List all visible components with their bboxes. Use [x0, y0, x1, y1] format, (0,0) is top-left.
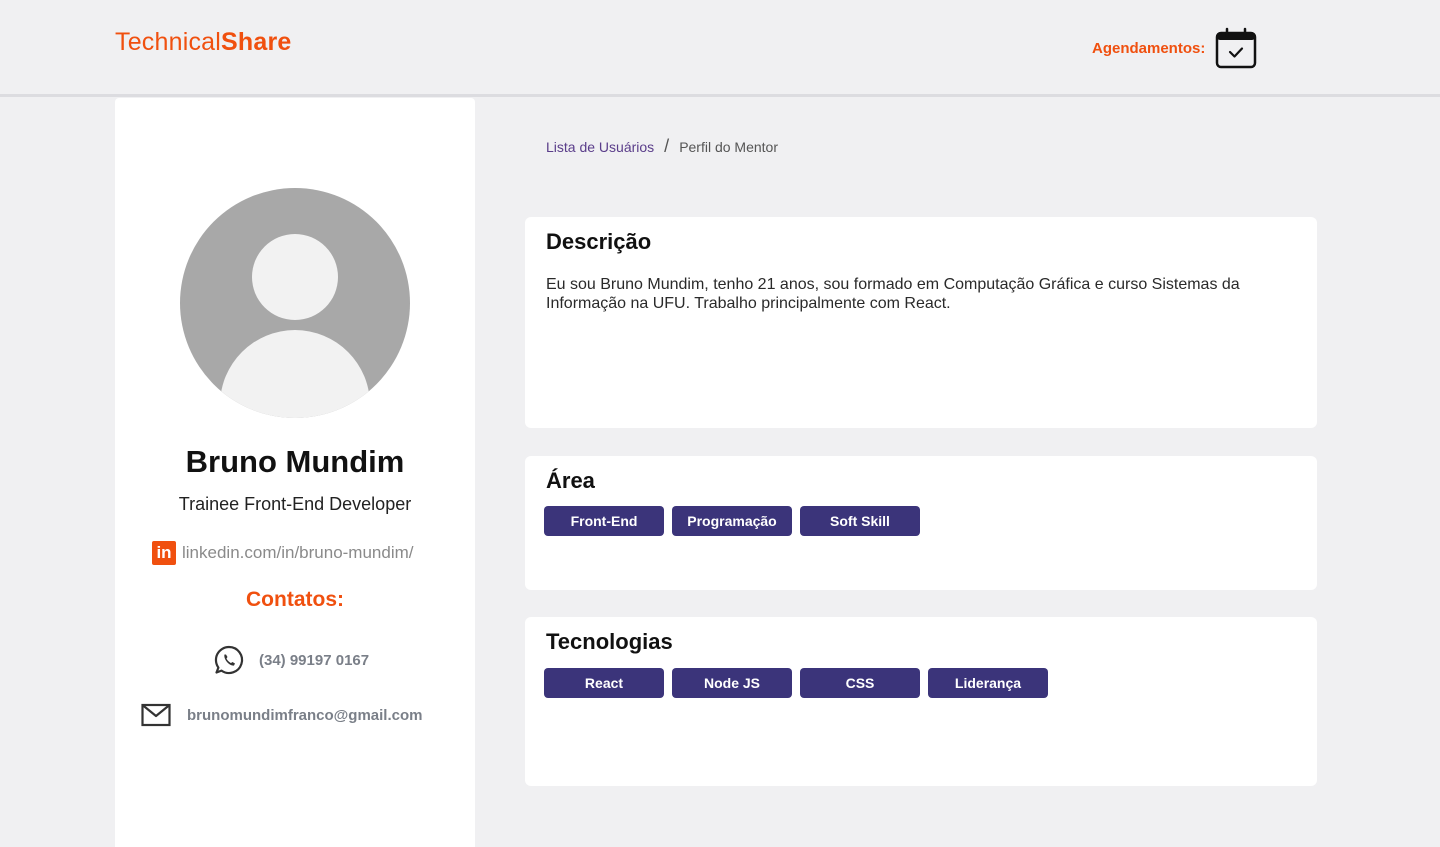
- calendar-check-icon[interactable]: [1215, 27, 1257, 69]
- description-section: Descrição Eu sou Bruno Mundim, tenho 21 …: [525, 217, 1317, 428]
- email-address: brunomundimfranco@gmail.com: [187, 706, 423, 724]
- breadcrumb-current: Perfil do Mentor: [679, 138, 779, 155]
- breadcrumb-separator: /: [664, 136, 670, 156]
- area-tag[interactable]: Soft Skill: [800, 506, 920, 536]
- avatar-head-shape: [252, 234, 338, 320]
- logo-bold-text: Share: [221, 28, 292, 56]
- breadcrumb: Lista de Usuários / Perfil do Mentor: [546, 136, 778, 157]
- phone-contact[interactable]: (34) 99197 0167: [213, 644, 369, 676]
- schedule-label: Agendamentos:: [1092, 39, 1206, 57]
- technology-tags: React Node JS CSS Liderança: [544, 668, 1048, 698]
- logo-light-text: Technical: [115, 28, 222, 56]
- technology-tag[interactable]: Liderança: [928, 668, 1048, 698]
- linkedin-link[interactable]: in linkedin.com/in/bruno-mundim/: [152, 541, 414, 565]
- area-tag[interactable]: Front-End: [544, 506, 664, 536]
- email-contact[interactable]: brunomundimfranco@gmail.com: [141, 703, 422, 727]
- profile-name: Bruno Mundim: [185, 444, 405, 479]
- description-title: Descrição: [546, 229, 652, 254]
- linkedin-url: linkedin.com/in/bruno-mundim/: [182, 543, 414, 562]
- technology-tag[interactable]: CSS: [800, 668, 920, 698]
- area-section: Área Front-End Programação Soft Skill: [525, 456, 1317, 590]
- technology-tag[interactable]: React: [544, 668, 664, 698]
- app-logo[interactable]: TechnicalShare: [115, 28, 292, 57]
- profile-role: Trainee Front-End Developer: [178, 494, 412, 514]
- avatar: [180, 188, 410, 418]
- profile-card: Bruno Mundim Trainee Front-End Developer…: [115, 98, 475, 847]
- mail-icon: [141, 703, 171, 727]
- top-header: TechnicalShare Agendamentos:: [0, 0, 1440, 97]
- technology-tag[interactable]: Node JS: [672, 668, 792, 698]
- linkedin-icon: in: [152, 541, 176, 565]
- area-tag[interactable]: Programação: [672, 506, 792, 536]
- technologies-section: Tecnologias React Node JS CSS Liderança: [525, 617, 1317, 786]
- schedule-button[interactable]: Agendamentos:: [1092, 27, 1257, 69]
- description-text: Eu sou Bruno Mundim, tenho 21 anos, sou …: [546, 276, 1240, 312]
- area-title: Área: [546, 468, 595, 493]
- technologies-title: Tecnologias: [546, 629, 673, 654]
- breadcrumb-user-list[interactable]: Lista de Usuários: [546, 139, 654, 155]
- whatsapp-icon: [214, 645, 244, 675]
- avatar-body-shape: [220, 330, 370, 418]
- contacts-heading: Contatos:: [246, 588, 344, 611]
- phone-number: (34) 99197 0167: [259, 651, 370, 669]
- area-tags: Front-End Programação Soft Skill: [544, 506, 920, 536]
